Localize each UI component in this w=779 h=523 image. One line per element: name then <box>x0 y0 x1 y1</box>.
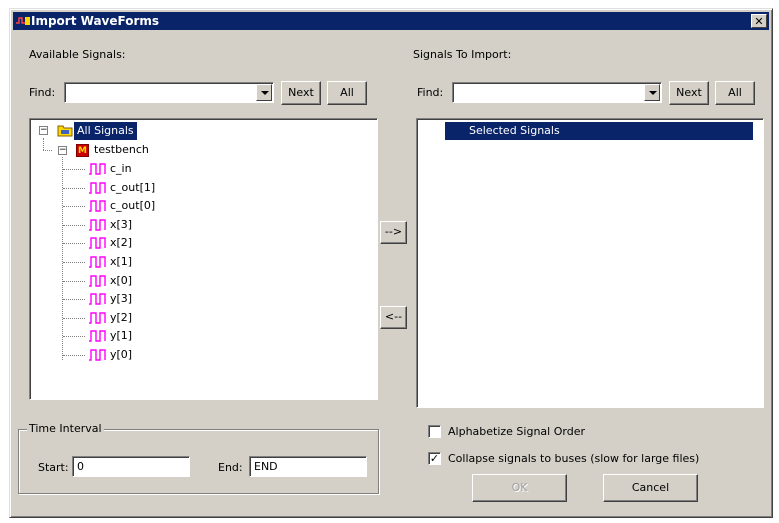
left-find-label: Find: <box>29 86 56 99</box>
tree-connector <box>43 138 44 150</box>
tree-item-signal[interactable]: x[0] <box>110 272 132 290</box>
remove-signal-button[interactable]: <-- <box>380 306 407 329</box>
tree-connector <box>63 206 85 208</box>
time-interval-label: Time Interval <box>27 422 104 435</box>
tree-connector <box>63 187 85 189</box>
tree-item-signal[interactable]: x[1] <box>110 253 132 271</box>
waveform-icon <box>89 237 106 250</box>
waveform-icon <box>89 181 106 194</box>
chevron-down-icon[interactable] <box>644 84 660 101</box>
folder-icon <box>57 125 73 137</box>
waveform-icon <box>89 349 106 361</box>
waveform-icon <box>89 274 106 287</box>
close-button[interactable]: ✕ <box>751 14 767 28</box>
right-find-label: Find: <box>417 86 444 99</box>
chevron-down-icon[interactable] <box>256 84 272 101</box>
available-signals-tree[interactable]: − All Signals − M testbench c_in c_out[1]… <box>29 118 378 400</box>
waveform-icon <box>89 256 106 268</box>
tree-connector <box>63 355 85 356</box>
module-collapse-icon[interactable]: − <box>58 146 67 155</box>
waveform-icon <box>89 219 106 231</box>
ok-button[interactable]: OK <box>472 474 567 502</box>
end-input[interactable]: END <box>249 456 367 477</box>
window-title: Import WaveForms <box>31 14 160 28</box>
alphabetize-checkbox[interactable] <box>428 425 441 438</box>
start-input[interactable]: 0 <box>72 456 190 477</box>
waveform-icon <box>89 200 106 212</box>
right-find-combobox[interactable] <box>452 82 662 103</box>
tree-item-signal[interactable]: x[3] <box>110 216 132 234</box>
right-next-button[interactable]: Next <box>669 81 709 105</box>
left-next-button[interactable]: Next <box>281 81 321 105</box>
tree-item-signal[interactable]: y[3] <box>110 290 132 308</box>
tree-connector <box>63 336 85 338</box>
tree-item-signal[interactable]: x[2] <box>110 234 132 252</box>
right-all-button[interactable]: All <box>715 81 755 105</box>
tree-item-signal[interactable]: y[2] <box>110 309 132 327</box>
tree-connector <box>43 150 52 151</box>
waveform-app-icon <box>16 17 30 25</box>
available-signals-heading: Available Signals: <box>29 48 126 61</box>
tree-item-signal[interactable]: c_out[0] <box>110 197 155 215</box>
tree-connector <box>63 299 85 301</box>
selected-signals-tree[interactable]: Selected Signals <box>416 118 764 408</box>
tree-item-signal[interactable]: c_in <box>110 160 132 178</box>
tree-connector <box>63 262 85 263</box>
root-collapse-icon[interactable]: − <box>39 126 48 135</box>
left-find-combobox[interactable] <box>64 82 274 103</box>
tree-connector <box>63 243 85 245</box>
waveform-icon <box>89 330 106 343</box>
tree-connector <box>63 224 85 226</box>
alphabetize-label: Alphabetize Signal Order <box>448 425 585 438</box>
add-signal-button[interactable]: --> <box>380 221 407 244</box>
checkmark-icon: ✓ <box>429 452 440 465</box>
waveform-icon <box>89 312 106 324</box>
tree-connector <box>63 317 85 319</box>
tree-item-signal[interactable]: c_out[1] <box>110 179 155 197</box>
title-bar: Import WaveForms ✕ <box>13 12 769 30</box>
signals-to-import-heading: Signals To Import: <box>413 48 512 61</box>
tree-item-all-signals[interactable]: All Signals <box>74 122 137 140</box>
end-label: End: <box>218 461 243 474</box>
tree-item-selected-signals[interactable]: Selected Signals <box>445 122 753 140</box>
left-all-button[interactable]: All <box>327 81 367 105</box>
tree-connector <box>63 169 85 170</box>
waveform-icon <box>89 293 106 305</box>
tree-item-testbench[interactable]: testbench <box>94 141 149 159</box>
tree-connector <box>63 280 85 282</box>
waveform-icon <box>89 163 106 175</box>
start-label: Start: <box>38 461 69 474</box>
module-icon: M <box>76 144 89 157</box>
collapse-buses-label: Collapse signals to buses (slow for larg… <box>448 452 700 465</box>
close-icon: ✕ <box>754 15 764 28</box>
collapse-buses-checkbox[interactable]: ✓ <box>428 452 441 465</box>
cancel-button[interactable]: Cancel <box>603 474 698 502</box>
tree-item-signal[interactable]: y[0] <box>110 346 132 364</box>
tree-item-signal[interactable]: y[1] <box>110 327 132 345</box>
